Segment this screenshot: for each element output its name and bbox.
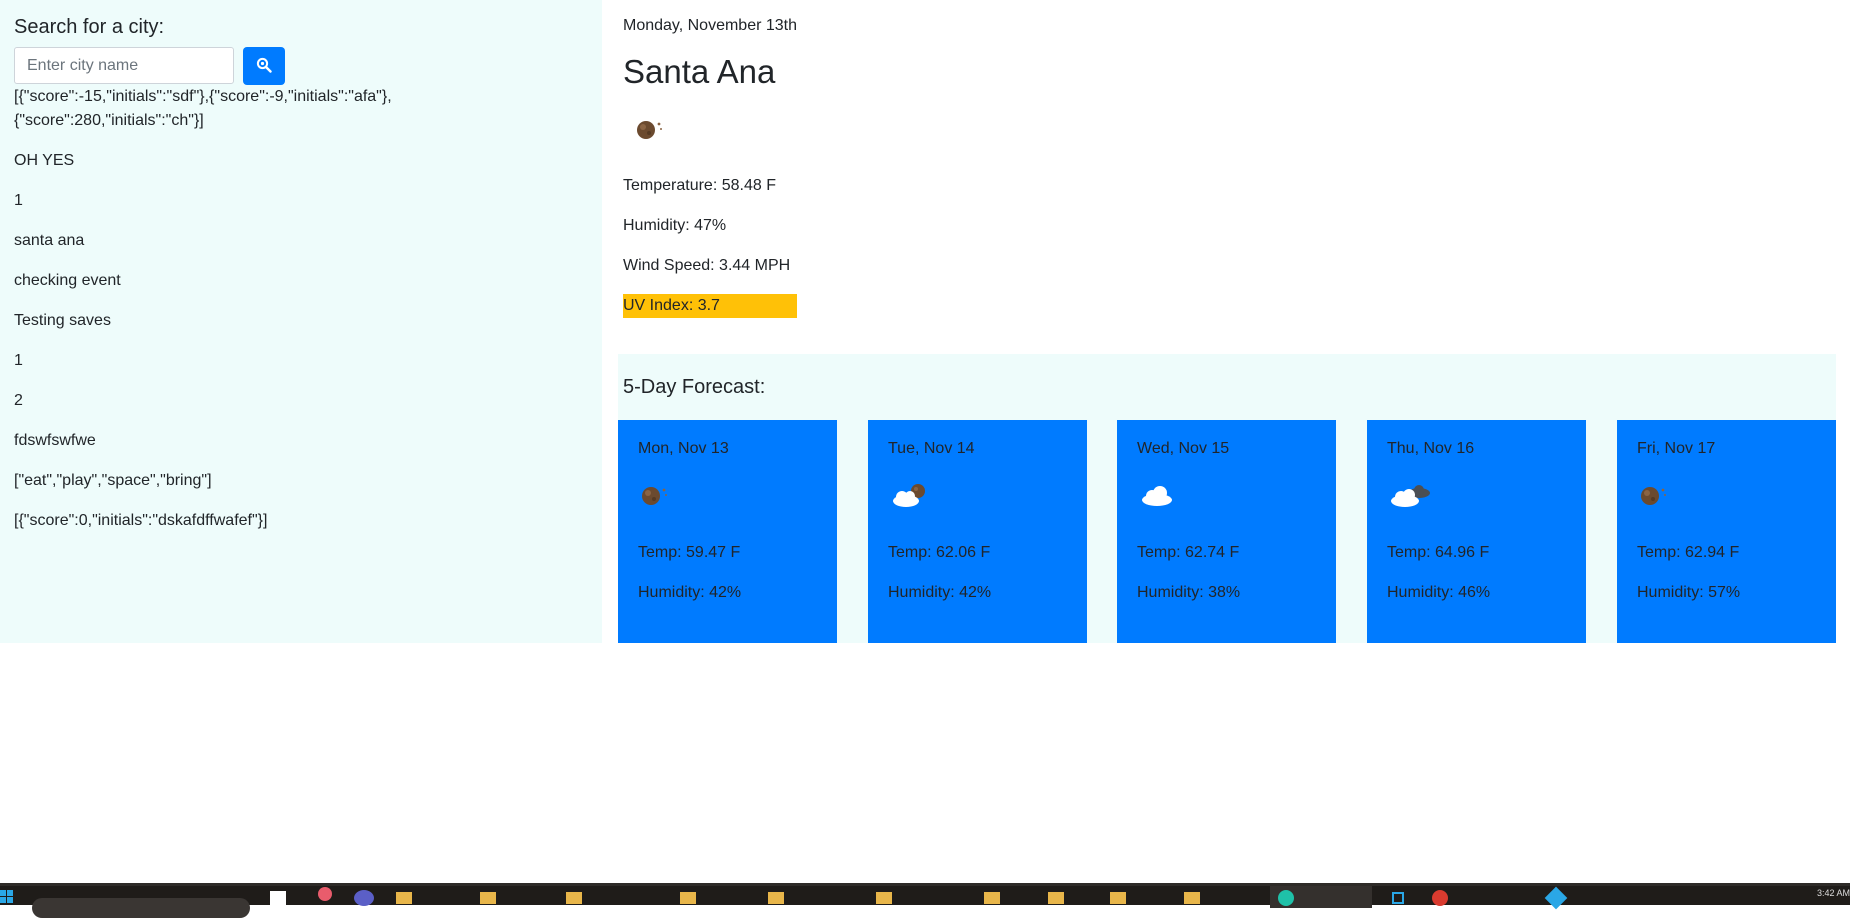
- search-panel: Search for a city: [{"score":-15,"initia…: [0, 0, 602, 643]
- folder-icon[interactable]: [1110, 892, 1126, 904]
- history-item[interactable]: ["eat","play","space","bring"]: [14, 469, 474, 493]
- folder-icon[interactable]: [984, 892, 1000, 904]
- app-icon[interactable]: [1278, 890, 1294, 906]
- search-history-list: [{"score":-15,"initials":"sdf"},{"score"…: [14, 85, 474, 549]
- forecast-temp: Temp: 64.96 F: [1387, 544, 1490, 561]
- cloud-icon: [1139, 482, 1179, 513]
- history-item[interactable]: 1: [14, 189, 474, 213]
- weather-panel: Monday, November 13th Santa Ana Temperat…: [618, 0, 1836, 643]
- history-item[interactable]: 2: [14, 389, 474, 413]
- weather-dashboard: Search for a city: [{"score":-15,"initia…: [0, 0, 1850, 643]
- folder-icon[interactable]: [1048, 892, 1064, 904]
- forecast-humidity: Humidity: 42%: [888, 584, 992, 601]
- forecast-temp: Temp: 62.94 F: [1637, 544, 1740, 561]
- folder-icon[interactable]: [566, 892, 582, 904]
- forecast-section: 5-Day Forecast: Mon, Nov 13 Temp: 59.47 …: [618, 354, 1836, 643]
- folder-icon[interactable]: [396, 892, 412, 904]
- search-icon: [256, 57, 272, 76]
- forecast-card: Fri, Nov 17 Temp: 62.94 F Humidity: 57%: [1617, 420, 1836, 643]
- current-temperature: Temperature: 58.48 F: [623, 177, 776, 194]
- forecast-date: Wed, Nov 15: [1137, 440, 1230, 457]
- forecast-temp: Temp: 59.47 F: [638, 544, 741, 561]
- cloud-moon-icon: [890, 482, 930, 513]
- history-item[interactable]: santa ana: [14, 229, 474, 253]
- browser-icon[interactable]: [1432, 890, 1448, 906]
- forecast-humidity: Humidity: 42%: [638, 584, 742, 601]
- forecast-humidity: Humidity: 46%: [1387, 584, 1491, 601]
- forecast-temp: Temp: 62.06 F: [888, 544, 991, 561]
- forecast-humidity: Humidity: 38%: [1137, 584, 1241, 601]
- task-view-icon[interactable]: [270, 891, 286, 905]
- uv-index-badge: UV Index: 3.7: [623, 294, 797, 318]
- taskbar-clock[interactable]: 3:42 AM: [1817, 888, 1850, 898]
- folder-icon[interactable]: [480, 892, 496, 904]
- teams-icon[interactable]: [354, 890, 374, 906]
- forecast-card: Thu, Nov 16 Temp: 64.96 F Humidity: 46%: [1367, 420, 1586, 643]
- forecast-date: Thu, Nov 16: [1387, 440, 1475, 457]
- history-item[interactable]: OH YES: [14, 149, 474, 173]
- current-date: Monday, November 13th: [623, 17, 798, 34]
- current-humidity: Humidity: 47%: [623, 217, 727, 234]
- folder-icon[interactable]: [768, 892, 784, 904]
- forecast-date: Mon, Nov 13: [638, 440, 729, 457]
- forecast-date: Fri, Nov 17: [1637, 440, 1716, 457]
- forecast-card: Mon, Nov 13 Temp: 59.47 F Humidity: 42%: [618, 420, 837, 643]
- os-taskbar: 3:42 AM: [0, 883, 1850, 918]
- app-icon[interactable]: [1392, 892, 1404, 904]
- current-wind-speed: Wind Speed: 3.44 MPH: [623, 257, 791, 274]
- start-menu-icon[interactable]: [0, 890, 14, 904]
- moon-icon: [640, 482, 670, 511]
- city-name: Santa Ana: [623, 53, 776, 90]
- folder-icon[interactable]: [876, 892, 892, 904]
- moon-icon: [635, 116, 665, 145]
- forecast-card: Tue, Nov 14 Temp: 62.06 F Humidity: 42%: [868, 420, 1087, 643]
- history-item[interactable]: [{"score":0,"initials":"dskafdffwafef"}]: [14, 509, 474, 533]
- history-item[interactable]: checking event: [14, 269, 474, 293]
- taskbar-search-box[interactable]: [32, 898, 250, 918]
- folder-icon[interactable]: [1184, 892, 1200, 904]
- city-search-input[interactable]: [14, 47, 234, 84]
- notification-badge-icon[interactable]: [318, 887, 332, 901]
- forecast-date: Tue, Nov 14: [888, 440, 975, 457]
- forecast-temp: Temp: 62.74 F: [1137, 544, 1240, 561]
- search-title: Search for a city:: [14, 16, 165, 38]
- history-item[interactable]: [{"score":-15,"initials":"sdf"},{"score"…: [14, 85, 474, 133]
- folder-icon[interactable]: [680, 892, 696, 904]
- broken-clouds-icon: [1389, 482, 1433, 513]
- forecast-humidity: Humidity: 57%: [1637, 584, 1741, 601]
- vscode-icon[interactable]: [1544, 886, 1568, 910]
- moon-icon: [1639, 482, 1669, 511]
- forecast-card: Wed, Nov 15 Temp: 62.74 F Humidity: 38%: [1117, 420, 1336, 643]
- forecast-title: 5-Day Forecast:: [623, 376, 766, 398]
- history-item[interactable]: fdswfswfwe: [14, 429, 474, 453]
- history-item[interactable]: Testing saves: [14, 309, 474, 333]
- history-item[interactable]: 1: [14, 349, 474, 373]
- search-button[interactable]: [243, 47, 285, 85]
